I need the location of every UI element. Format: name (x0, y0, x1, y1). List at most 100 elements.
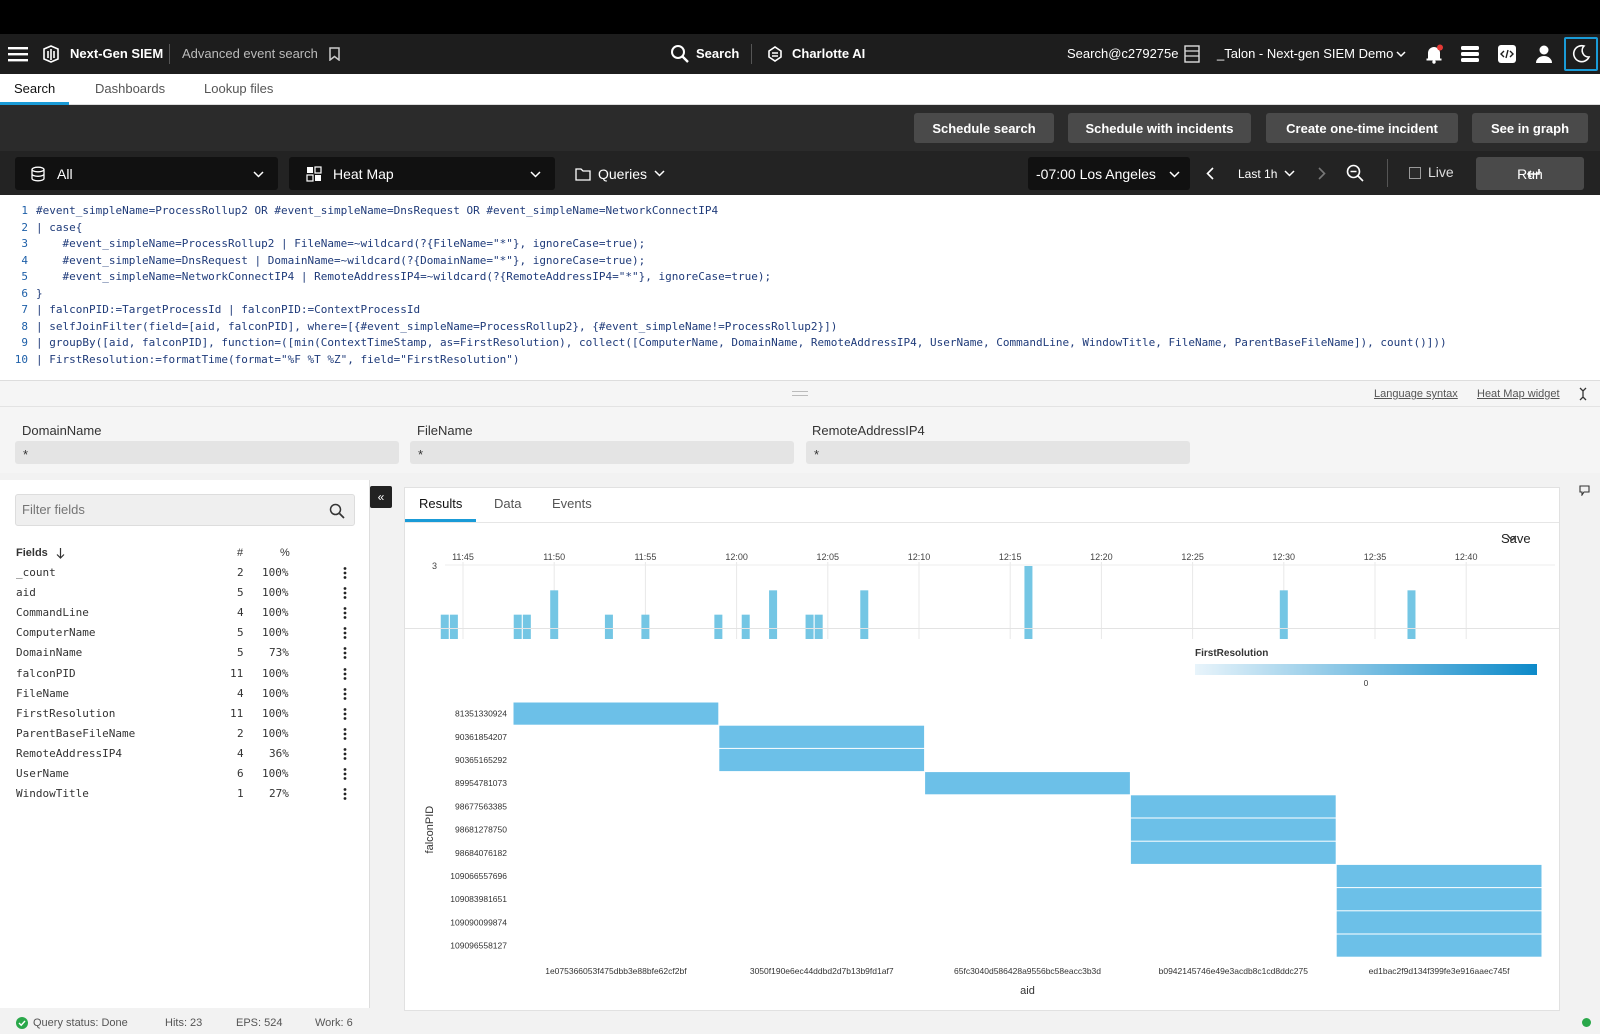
more-vertical-icon[interactable] (342, 586, 348, 600)
heatmap-cell (1130, 818, 1336, 841)
more-vertical-icon[interactable] (342, 566, 348, 580)
app-name[interactable]: Next-Gen SIEM (70, 34, 163, 74)
more-vertical-icon[interactable] (342, 646, 348, 660)
user-avatar-icon[interactable] (1532, 42, 1556, 66)
field-row[interactable]: aid 5 100% (16, 583, 356, 603)
field-name: WindowTitle (16, 787, 89, 801)
create-one-time-incident-button[interactable]: Create one-time incident (1266, 113, 1458, 143)
histogram-tick-label: 12:25 (1181, 552, 1204, 562)
charlotte-ai-link[interactable]: Charlotte AI (792, 34, 865, 74)
timezone-dropdown[interactable]: -07:00 Los Angeles (1028, 157, 1190, 190)
time-back-chevron-icon[interactable] (1202, 165, 1218, 181)
editor-line: 3 #event_simpleName=ProcessRollup2 | Fil… (21, 237, 646, 250)
bookmark-icon[interactable] (326, 45, 342, 63)
chevron-down-icon (653, 168, 665, 180)
time-forward-chevron-icon[interactable] (1314, 165, 1330, 181)
query-editor[interactable]: 1 #event_simpleName=ProcessRollup2 OR #ev… (0, 195, 1600, 381)
save-dropdown[interactable]: Save (1501, 531, 1531, 546)
histogram-ymax-label: 3 (432, 561, 437, 571)
heatmap-y-tick-label: 90361854207 (455, 732, 507, 742)
field-count: 5 (237, 646, 244, 660)
field-name: falconPID (16, 666, 76, 680)
heatmap-cell (1336, 888, 1542, 911)
tenant-selector[interactable]: _Talon - Next-gen SIEM Demo (1217, 34, 1393, 74)
tab-events[interactable]: Events (538, 488, 606, 522)
code-icon[interactable] (1495, 42, 1519, 66)
field-count: 4 (237, 606, 244, 620)
drag-handle[interactable] (792, 391, 808, 396)
editor-line: 8 | selfJoinFilter(field=[aid, falconPID]… (21, 319, 838, 333)
data-stack-icon[interactable] (1458, 42, 1482, 66)
more-vertical-icon[interactable] (342, 626, 348, 640)
tab-dashboards[interactable]: Dashboards (81, 74, 179, 105)
field-row[interactable]: falconPID 11 100% (16, 664, 356, 684)
repository-filter-dropdown[interactable]: All (15, 157, 278, 190)
more-vertical-icon[interactable] (342, 727, 348, 741)
tab-results[interactable]: Results (405, 488, 477, 522)
more-vertical-icon[interactable] (342, 787, 348, 801)
field-row[interactable]: ParentBaseFileName 2 100% (16, 724, 356, 744)
language-syntax-link[interactable]: Language syntax (1374, 388, 1458, 400)
schedule-with-incidents-button[interactable]: Schedule with incidents (1068, 113, 1251, 143)
param-input-filename[interactable]: * (410, 441, 794, 464)
search-icon[interactable] (669, 43, 691, 65)
tab-search[interactable]: Search (0, 74, 69, 105)
side-message-icon[interactable] (1577, 483, 1591, 497)
field-row[interactable]: CommandLine 4 100% (16, 603, 356, 623)
charlotte-ai-icon[interactable] (764, 43, 786, 65)
field-row[interactable]: ComputerName 5 100% (16, 623, 356, 643)
search-icon[interactable] (328, 502, 346, 520)
time-range-dropdown[interactable]: Last 1h (1230, 157, 1304, 190)
field-row[interactable]: RemoteAddressIP4 4 36% (16, 744, 356, 764)
repository-name[interactable]: Search@c279275e (1067, 34, 1179, 74)
live-label[interactable]: Live (1428, 164, 1454, 180)
field-row[interactable]: WindowTitle 1 27% (16, 784, 356, 804)
param-input-remoteaddressip4[interactable]: * (806, 441, 1190, 464)
collapse-fields-button[interactable]: « (370, 486, 392, 508)
more-vertical-icon[interactable] (342, 747, 348, 761)
widget-type-value: Heat Map (333, 165, 394, 182)
field-name: CommandLine (16, 606, 89, 620)
field-row[interactable]: DomainName 5 73% (16, 643, 356, 663)
editor-splitter[interactable]: Language syntax Heat Map widget (0, 381, 1600, 407)
more-vertical-icon[interactable] (342, 687, 348, 701)
filter-fields-box[interactable] (15, 494, 355, 526)
heatmap-y-tick-label: 109066557696 (450, 871, 507, 881)
hamburger-menu-icon[interactable] (6, 42, 30, 66)
heatmap-chart[interactable]: FirstResolution 0 81351330924 90361854207 90… (405, 630, 1559, 1010)
heatmap-y-axis-title: falconPID (424, 806, 436, 854)
nav-search-link[interactable]: Search (696, 34, 739, 74)
heatmap-y-tick-label: 89954781073 (455, 778, 507, 788)
field-row[interactable]: FileName 4 100% (16, 684, 356, 704)
dark-mode-moon-icon[interactable] (1564, 37, 1598, 71)
sort-arrow-down-icon[interactable] (54, 546, 66, 560)
param-input-domainname[interactable]: * (15, 441, 399, 464)
heatmap-legend-tick: 0 (1364, 679, 1369, 688)
filter-fields-input[interactable] (22, 502, 312, 517)
collapse-editor-icon[interactable] (1576, 386, 1590, 402)
field-row[interactable]: UserName 6 100% (16, 764, 356, 784)
zoom-out-icon[interactable] (1345, 163, 1365, 183)
field-row[interactable]: _count 2 100% (16, 563, 356, 583)
more-vertical-icon[interactable] (342, 606, 348, 620)
more-vertical-icon[interactable] (342, 767, 348, 781)
tab-data[interactable]: Data (480, 488, 535, 522)
notifications-bell-icon[interactable] (1422, 42, 1446, 66)
live-checkbox[interactable] (1409, 167, 1421, 179)
schedule-search-button[interactable]: Schedule search (914, 113, 1054, 143)
field-row[interactable]: FirstResolution 11 100% (16, 704, 356, 724)
more-vertical-icon[interactable] (342, 707, 348, 721)
more-vertical-icon[interactable] (342, 667, 348, 681)
queries-menu[interactable]: Queries (572, 157, 668, 190)
live-status-dot (1582, 1018, 1591, 1027)
repository-icon[interactable] (1182, 43, 1202, 65)
editor-line: 2 | case{ (21, 220, 83, 234)
heat-map-widget-link[interactable]: Heat Map widget (1477, 388, 1560, 400)
tab-lookup-files[interactable]: Lookup files (190, 74, 287, 105)
histogram-tick-label: 12:10 (908, 552, 931, 562)
run-button[interactable]: Run (1476, 157, 1584, 190)
see-in-graph-button[interactable]: See in graph (1472, 113, 1588, 143)
widget-type-dropdown[interactable]: Heat Map (289, 157, 555, 190)
fields-header-name[interactable]: Fields (16, 543, 48, 563)
tenant-chevron-icon[interactable] (1394, 47, 1408, 61)
